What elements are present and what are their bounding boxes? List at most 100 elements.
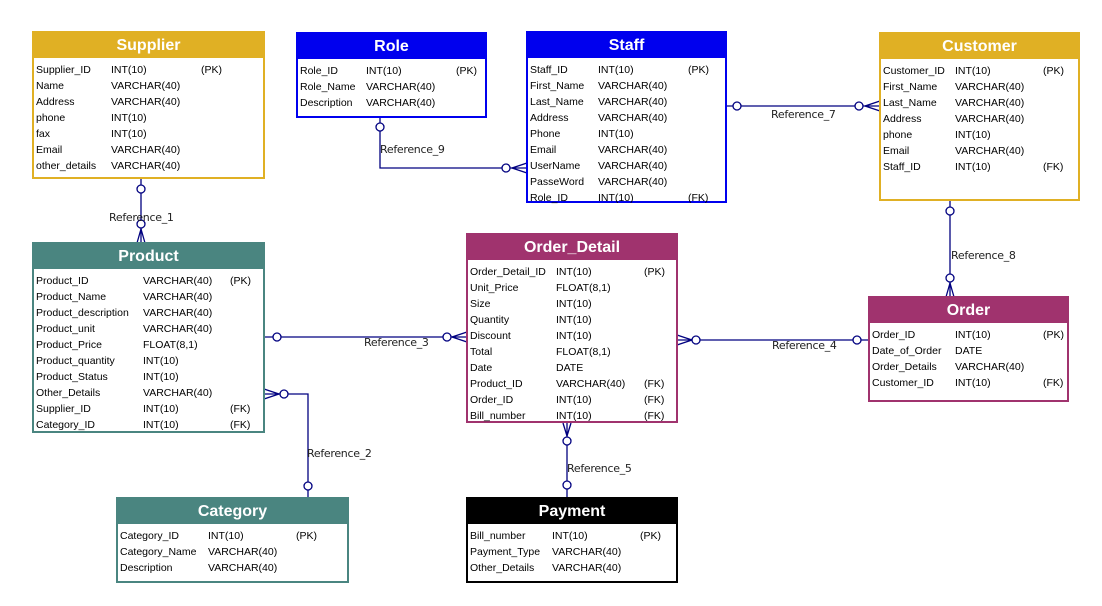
field-row[interactable]: Supplier_ID INT(10) (PK) [36,62,260,78]
field-row[interactable]: other_details VARCHAR(40) [36,158,260,174]
field-list: Supplier_ID INT(10) (PK) Name VARCHAR(40) Add… [34,58,263,176]
field-row[interactable]: Date_of_Order DATE [872,343,1064,359]
field-name: Product_quantity [36,355,115,367]
field-row[interactable]: Product_Price FLOAT(8,1) [36,337,260,353]
field-row[interactable]: Size INT(10) [470,296,673,312]
field-row[interactable]: Date DATE [470,360,673,376]
field-row[interactable]: Product_description VARCHAR(40) [36,305,260,321]
field-type: VARCHAR(40) [598,112,668,124]
field-name: fax [36,128,51,140]
field-row[interactable]: Role_ID INT(10) (FK) [530,190,722,206]
field-row[interactable]: Quantity INT(10) [470,312,673,328]
field-row[interactable]: Staff_ID INT(10) (FK) [883,159,1075,175]
field-row[interactable]: Description VARCHAR(40) [120,560,344,576]
field-type: VARCHAR(40) [111,80,181,92]
field-name: Category_Name [120,546,197,558]
field-row[interactable]: Email VARCHAR(40) [36,142,260,158]
field-row[interactable]: Order_ID INT(10) (PK) [872,327,1064,343]
field-row[interactable]: Role_Name VARCHAR(40) [300,79,482,95]
field-row[interactable]: Staff_ID INT(10) (PK) [530,62,722,78]
field-type: INT(10) [556,394,592,406]
field-name: Description [120,562,173,574]
field-name: Supplier_ID [36,403,91,415]
field-row[interactable]: Email VARCHAR(40) [883,143,1075,159]
entity-supplier[interactable]: Supplier Supplier_ID INT(10) (PK) Name VARCH… [32,31,265,179]
field-key: (PK) [1043,329,1064,341]
field-row[interactable]: Category_Name VARCHAR(40) [120,544,344,560]
field-key: (PK) [230,275,251,287]
field-row[interactable]: Supplier_ID INT(10) (FK) [36,401,260,417]
field-name: Bill_number [470,530,526,542]
field-row[interactable]: Role_ID INT(10) (PK) [300,63,482,79]
field-row[interactable]: phone INT(10) [36,110,260,126]
entity-payment[interactable]: Payment Bill_number INT(10) (PK) Payment_Ty… [466,497,678,583]
field-key: (PK) [201,64,222,76]
entity-product[interactable]: Product Product_ID VARCHAR(40) (PK) Product… [32,242,265,433]
field-row[interactable]: Order_ID INT(10) (FK) [470,392,673,408]
field-row[interactable]: Other_Details VARCHAR(40) [470,560,673,576]
field-row[interactable]: Address VARCHAR(40) [530,110,722,126]
reference-5-line[interactable] [562,422,572,498]
field-type: VARCHAR(40) [552,546,622,558]
field-row[interactable]: Order_Details VARCHAR(40) [872,359,1064,375]
field-type: VARCHAR(40) [111,160,181,172]
field-key: (PK) [640,530,661,542]
field-type: INT(10) [955,129,991,141]
field-row[interactable]: Product_Status INT(10) [36,369,260,385]
field-key: (FK) [230,403,251,415]
field-name: Email [530,144,557,156]
field-name: phone [36,112,66,124]
field-row[interactable]: Other_Details VARCHAR(40) [36,385,260,401]
field-row[interactable]: Order_Detail_ID INT(10) (PK) [470,264,673,280]
field-type: FLOAT(8,1) [143,339,198,351]
entity-order-detail[interactable]: Order_Detail Order_Detail_ID INT(10) (PK) U… [466,233,678,423]
field-row[interactable]: Product_ID VARCHAR(40) (FK) [470,376,673,392]
field-row[interactable]: Product_quantity INT(10) [36,353,260,369]
field-row[interactable]: UserName VARCHAR(40) [530,158,722,174]
field-row[interactable]: Customer_ID INT(10) (PK) [883,63,1075,79]
field-type: INT(10) [556,266,592,278]
reference-2-line[interactable] [263,388,313,498]
field-name: Quantity [470,314,510,326]
field-type: VARCHAR(40) [955,97,1025,109]
field-row[interactable]: Category_ID INT(10) (PK) [120,528,344,544]
entity-title: Order [870,298,1067,323]
field-row[interactable]: Total FLOAT(8,1) [470,344,673,360]
field-row[interactable]: Description VARCHAR(40) [300,95,482,111]
field-row[interactable]: fax INT(10) [36,126,260,142]
field-name: Order_ID [872,329,916,341]
field-row[interactable]: PasseWord VARCHAR(40) [530,174,722,190]
entity-staff[interactable]: Staff Staff_ID INT(10) (PK) First_Name VARCH… [526,31,727,206]
field-row[interactable]: First_Name VARCHAR(40) [883,79,1075,95]
field-row[interactable]: Address VARCHAR(40) [883,111,1075,127]
field-type: INT(10) [955,161,991,173]
field-row[interactable]: Discount INT(10) [470,328,673,344]
field-row[interactable]: Bill_number INT(10) (FK) [470,408,673,424]
entity-order[interactable]: Order Order_ID INT(10) (PK) Date_of_Order DA… [868,296,1069,402]
entity-role[interactable]: Role Role_ID INT(10) (PK) Role_Name VARCHAR(… [296,32,487,118]
field-row[interactable]: Phone INT(10) [530,126,722,142]
field-name: Last_Name [530,96,584,108]
field-row[interactable]: Product_unit VARCHAR(40) [36,321,260,337]
entity-customer[interactable]: Customer Customer_ID INT(10) (PK) First_Nam… [879,32,1080,201]
field-name: Category_ID [120,530,179,542]
field-row[interactable]: First_Name VARCHAR(40) [530,78,722,94]
entity-category[interactable]: Category Category_ID INT(10) (PK) Category_… [116,497,349,583]
field-row[interactable]: phone INT(10) [883,127,1075,143]
field-row[interactable]: Unit_Price FLOAT(8,1) [470,280,673,296]
entity-title: Staff [528,33,725,58]
field-type: VARCHAR(40) [552,562,622,574]
field-row[interactable]: Payment_Type VARCHAR(40) [470,544,673,560]
field-row[interactable]: Address VARCHAR(40) [36,94,260,110]
field-row[interactable]: Bill_number INT(10) (PK) [470,528,673,544]
field-row[interactable]: Product_ID VARCHAR(40) (PK) [36,273,260,289]
field-row[interactable]: Product_Name VARCHAR(40) [36,289,260,305]
field-row[interactable]: Last_Name VARCHAR(40) [530,94,722,110]
field-row[interactable]: Name VARCHAR(40) [36,78,260,94]
field-row[interactable]: Last_Name VARCHAR(40) [883,95,1075,111]
field-row[interactable]: Category_ID INT(10) (FK) [36,417,260,433]
field-list: Bill_number INT(10) (PK) Payment_Type VARCHA… [468,524,676,578]
field-row[interactable]: Customer_ID INT(10) (FK) [872,375,1064,391]
field-row[interactable]: Email VARCHAR(40) [530,142,722,158]
field-type: VARCHAR(40) [955,81,1025,93]
